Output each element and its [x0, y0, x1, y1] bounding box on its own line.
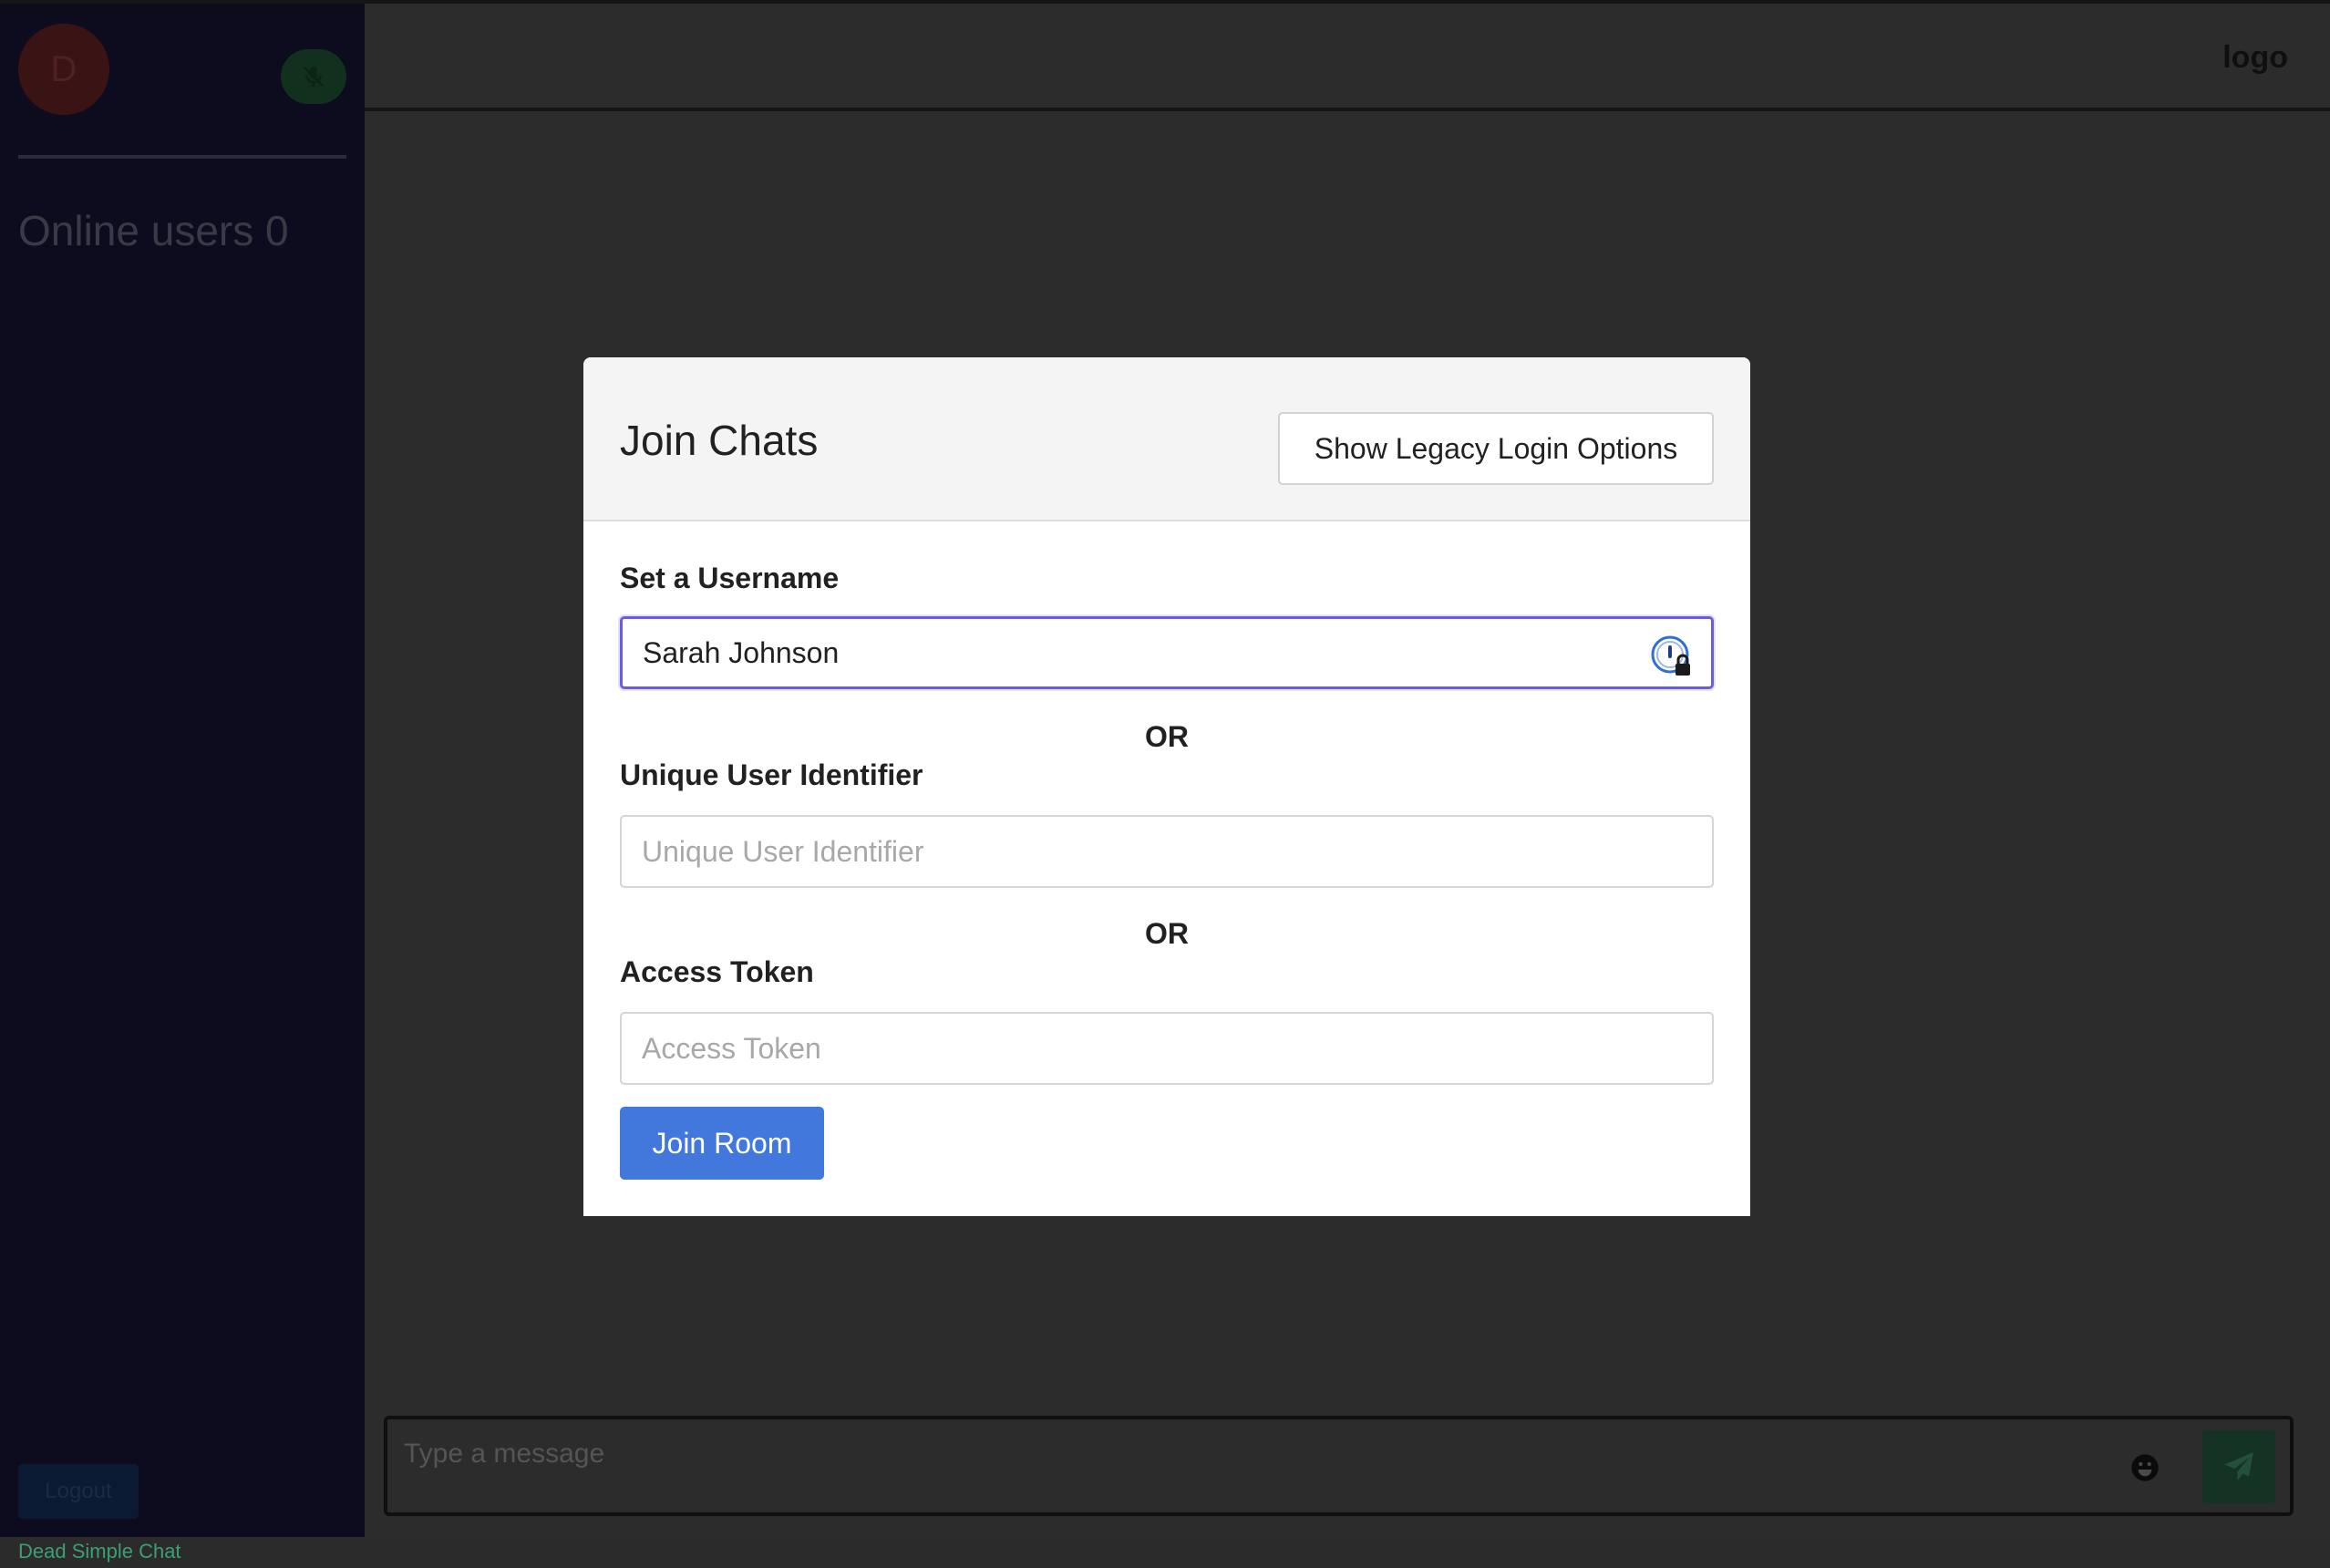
modal-title: Join Chats: [620, 417, 819, 464]
avatar[interactable]: D: [18, 24, 109, 115]
join-chat-modal: Join Chats Show Legacy Login Options Set…: [583, 357, 1750, 1216]
emoji-button[interactable]: [2129, 1452, 2160, 1483]
modal-header: Join Chats Show Legacy Login Options: [583, 357, 1750, 521]
logo[interactable]: logo: [2222, 40, 2288, 76]
online-users-count: Online users 0: [18, 207, 289, 254]
sidebar-divider: [18, 155, 346, 159]
message-input[interactable]: [404, 1436, 1862, 1472]
send-button[interactable]: [2202, 1430, 2275, 1503]
microphone-toggle-button[interactable]: [281, 49, 346, 104]
brand-link[interactable]: Dead Simple Chat: [18, 1540, 181, 1563]
password-manager-icon[interactable]: [1650, 634, 1696, 680]
message-composer: [384, 1416, 2294, 1516]
logout-button[interactable]: Logout: [18, 1464, 139, 1519]
sidebar: D Online users 0 Logout: [0, 4, 365, 1537]
or-separator: OR: [1145, 720, 1189, 753]
unique-user-identifier-label: Unique User Identifier: [620, 758, 923, 791]
microphone-off-icon: [303, 66, 325, 88]
show-legacy-login-button[interactable]: Show Legacy Login Options: [1278, 412, 1714, 485]
join-room-button[interactable]: Join Room: [620, 1107, 824, 1180]
top-header: logo: [365, 4, 2330, 111]
unique-user-identifier-input[interactable]: [620, 815, 1714, 888]
or-separator: OR: [1145, 917, 1189, 950]
username-input[interactable]: [620, 616, 1714, 689]
username-label: Set a Username: [620, 562, 840, 594]
access-token-label: Access Token: [620, 955, 814, 988]
access-token-input[interactable]: [620, 1012, 1714, 1085]
footer-bar: [0, 1537, 2330, 1568]
emoji-icon: [2131, 1454, 2159, 1481]
send-icon: [2224, 1452, 2253, 1481]
